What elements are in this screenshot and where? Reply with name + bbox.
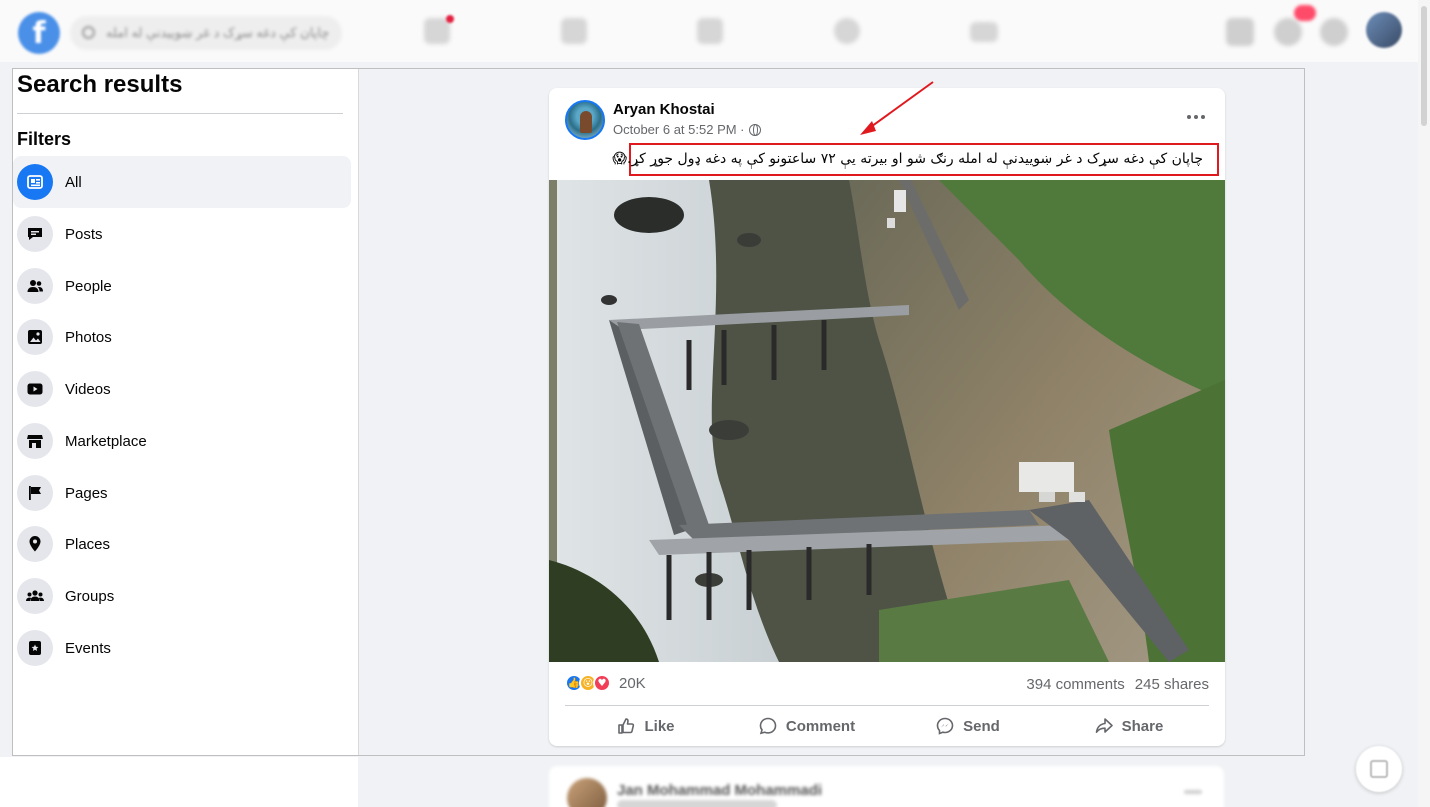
share-button[interactable]: Share xyxy=(1048,709,1209,743)
sidebar-item-events[interactable]: Events xyxy=(13,622,351,674)
comment-button[interactable]: Comment xyxy=(726,709,887,743)
facebook-logo[interactable]: f xyxy=(18,12,60,54)
groups-icon xyxy=(17,578,53,614)
sidebar-item-posts[interactable]: Posts xyxy=(13,208,351,260)
filters-heading: Filters xyxy=(17,129,72,149)
compose-icon xyxy=(1370,760,1388,778)
caption-highlight-box: چاپان کې دغه سړک د غر ښوییدنې له امله رن… xyxy=(612,143,1219,176)
marketplace-icon[interactable] xyxy=(697,18,723,44)
sidebar-item-label: Marketplace xyxy=(65,432,147,450)
post-card: Aryan Khostai October 6 at 5:52 PM · چاپ… xyxy=(549,88,1225,746)
profile-avatar[interactable] xyxy=(1366,12,1402,48)
sidebar-item-marketplace[interactable]: Marketplace xyxy=(13,415,351,467)
sidebar-item-label: Posts xyxy=(65,225,103,243)
sidebar-item-label: Groups xyxy=(65,587,115,605)
search-input-text: چاپان کې دغه سړک د غر ښوییدنې له امله xyxy=(106,25,330,40)
post-author-name[interactable]: Aryan Khostai xyxy=(613,101,715,118)
post-photo[interactable] xyxy=(549,180,1225,662)
sidebar-item-label: All xyxy=(65,173,82,191)
search-filters-sidebar: Search results Filters All Posts People xyxy=(13,69,359,755)
sidebar-item-label: Events xyxy=(65,639,111,657)
globe-icon xyxy=(748,123,761,136)
post-actions: Like Comment Send Share xyxy=(565,709,1209,743)
comments-count[interactable]: 394 comments xyxy=(1026,676,1124,693)
send-button[interactable]: Send xyxy=(887,709,1048,743)
new-message-button[interactable] xyxy=(1356,746,1402,792)
sidebar-item-label: Photos xyxy=(65,328,112,346)
next-post-more-options[interactable] xyxy=(1184,790,1202,794)
share-label: Share xyxy=(1121,717,1164,735)
love-icon: ♥ xyxy=(593,674,611,692)
pages-icon xyxy=(17,475,53,511)
page-title: Search results xyxy=(17,71,183,98)
sidebar-item-pages[interactable]: Pages xyxy=(13,467,351,519)
reactions-summary[interactable]: 👍 😮 ♥ 20K xyxy=(565,674,646,692)
menu-icon[interactable] xyxy=(1226,18,1254,46)
notification-badge xyxy=(1294,5,1316,21)
send-label: Send xyxy=(963,717,1000,735)
notification-dot xyxy=(446,15,454,23)
groups-icon[interactable] xyxy=(834,18,860,44)
comment-icon xyxy=(759,717,777,735)
people-icon xyxy=(17,268,53,304)
page-scrollbar-thumb[interactable] xyxy=(1421,6,1427,126)
posts-icon xyxy=(17,216,53,252)
messenger-icon xyxy=(936,717,954,735)
messenger-icon[interactable] xyxy=(1274,18,1302,46)
sidebar-item-groups[interactable]: Groups xyxy=(13,570,351,622)
post-caption: چاپان کې دغه سړک د غر ښوییدنې له امله رن… xyxy=(612,151,1203,167)
search-input[interactable]: چاپان کې دغه سړک د غر ښوییدنې له امله xyxy=(70,16,342,50)
sidebar-item-label: Pages xyxy=(65,484,108,502)
screenshot-frame: Search results Filters All Posts People xyxy=(12,68,1305,756)
reaction-count: 20K xyxy=(619,674,646,692)
like-button[interactable]: Like xyxy=(565,709,726,743)
post-stats: 394 comments 245 shares xyxy=(1026,676,1209,693)
gaming-icon[interactable] xyxy=(970,22,998,42)
top-navigation-bar: f چاپان کې دغه سړک د غر ښوییدنې له امله xyxy=(0,0,1430,62)
sidebar-item-places[interactable]: Places xyxy=(13,518,351,570)
sidebar-item-videos[interactable]: Videos xyxy=(13,363,351,415)
post-meta: October 6 at 5:52 PM · xyxy=(613,122,761,137)
sidebar-item-label: Videos xyxy=(65,380,111,398)
comment-label: Comment xyxy=(785,717,856,735)
sidebar-continuation xyxy=(0,757,358,807)
sidebar-item-people[interactable]: People xyxy=(13,260,351,312)
notifications-icon[interactable] xyxy=(1320,18,1348,46)
author-avatar[interactable] xyxy=(565,100,605,140)
like-label: Like xyxy=(644,717,675,735)
thumbs-up-icon xyxy=(618,718,635,734)
video-icon[interactable] xyxy=(561,18,587,44)
shares-count[interactable]: 245 shares xyxy=(1135,676,1209,693)
places-icon xyxy=(17,526,53,562)
post-timestamp[interactable]: October 6 at 5:52 PM · xyxy=(613,122,745,137)
search-icon xyxy=(82,26,95,39)
next-post-card: Jan Mohammad Mohammadi xyxy=(549,766,1224,807)
sidebar-item-label: Places xyxy=(65,535,111,553)
feed-icon xyxy=(17,164,53,200)
more-options-button[interactable] xyxy=(1181,106,1211,128)
home-icon[interactable] xyxy=(424,18,450,44)
next-post-avatar[interactable] xyxy=(567,778,607,807)
share-icon xyxy=(1095,718,1113,733)
events-icon xyxy=(17,630,53,666)
next-post-meta xyxy=(617,800,777,807)
marketplace-icon xyxy=(17,423,53,459)
next-post-author[interactable]: Jan Mohammad Mohammadi xyxy=(617,782,822,799)
videos-icon xyxy=(17,371,53,407)
sidebar-item-photos[interactable]: Photos xyxy=(13,311,351,363)
photos-icon xyxy=(17,319,53,355)
sidebar-divider xyxy=(17,113,343,114)
sidebar-item-all[interactable]: All xyxy=(13,156,351,208)
action-divider xyxy=(565,705,1209,706)
sidebar-item-label: People xyxy=(65,277,112,295)
